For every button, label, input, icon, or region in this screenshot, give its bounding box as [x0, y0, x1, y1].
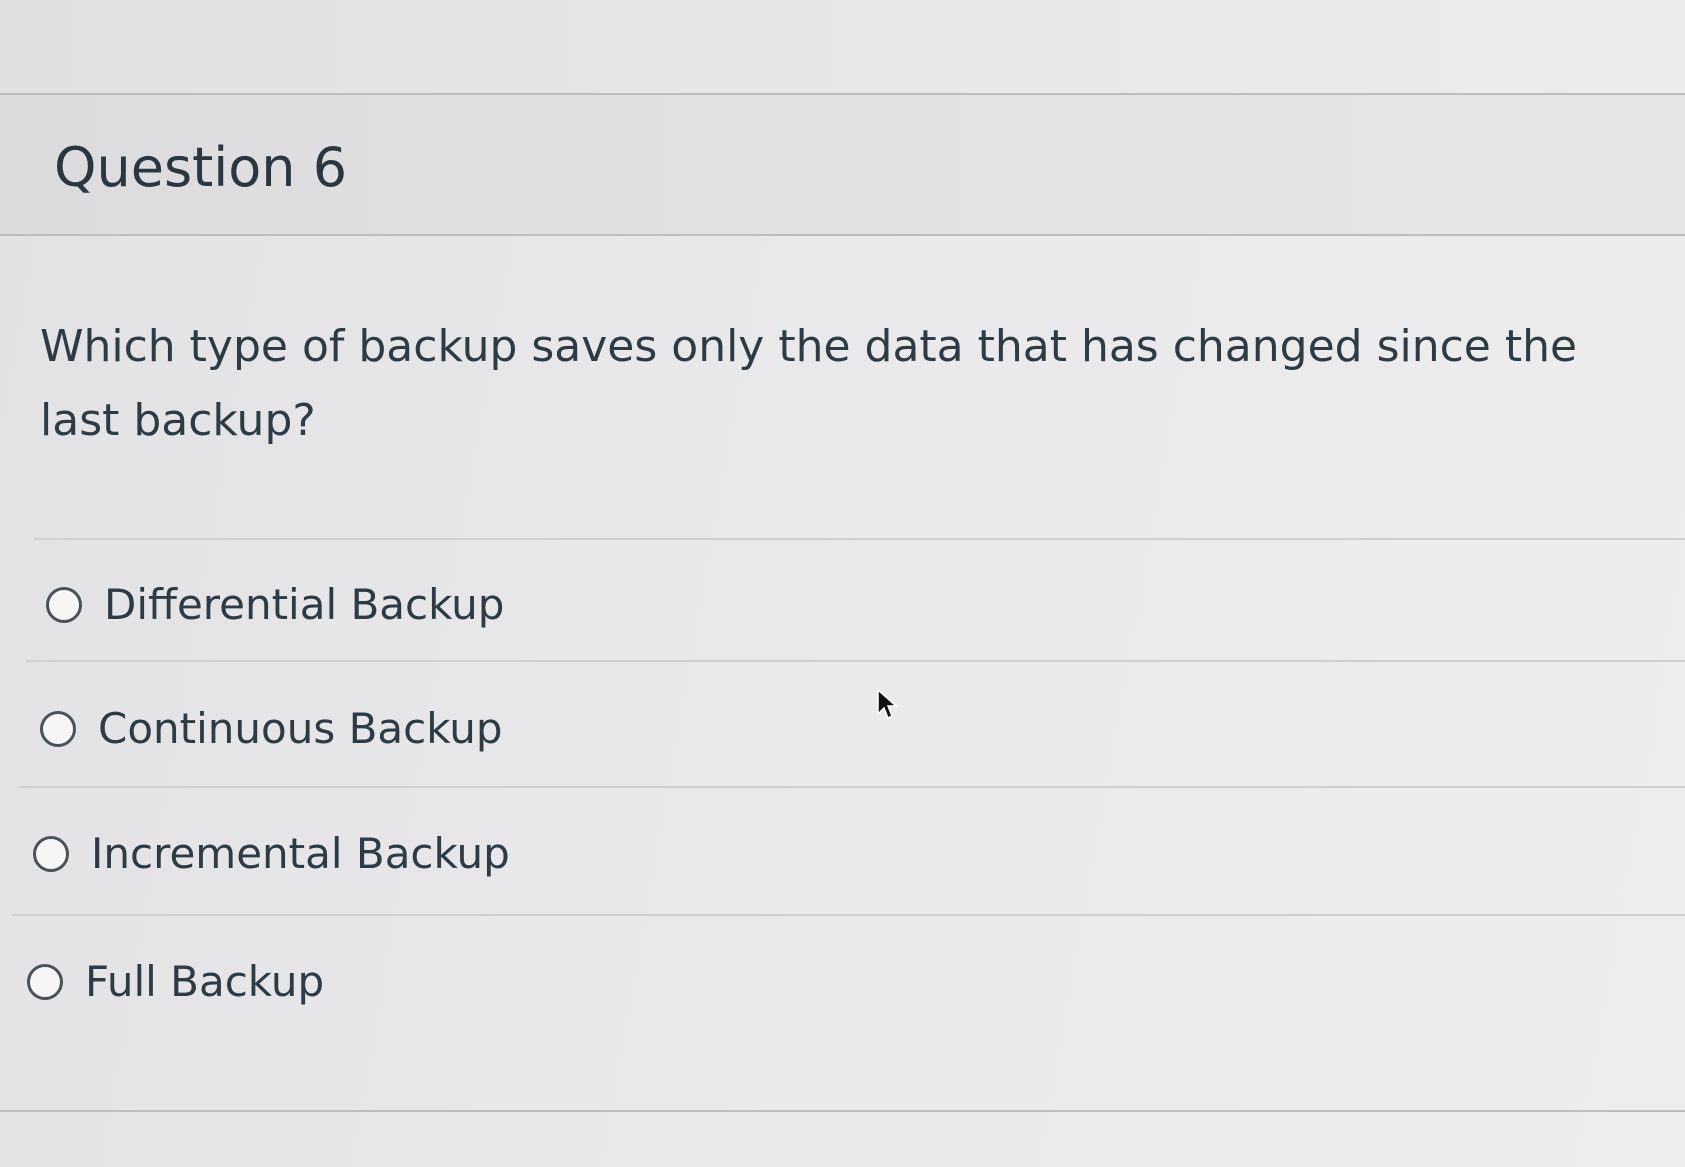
question-divider [34, 538, 1685, 540]
answer-option-full[interactable]: Full Backup [27, 957, 324, 1006]
answer-label: Full Backup [85, 957, 325, 1006]
answer-option-continuous[interactable]: Continuous Backup [40, 704, 503, 753]
answer-divider [12, 914, 1685, 916]
header-top-divider [0, 93, 1685, 95]
answer-option-incremental[interactable]: Incremental Backup [33, 829, 510, 878]
radio-button-unchecked-icon[interactable] [33, 835, 69, 872]
answer-label: Continuous Backup [98, 704, 503, 753]
answer-option-differential[interactable]: Differential Backup [46, 580, 504, 629]
answer-label: Incremental Backup [91, 829, 510, 878]
top-band [0, 0, 1685, 95]
question-text: Which type of backup saves only the data… [40, 321, 1578, 446]
mouse-pointer-icon [877, 688, 898, 720]
answer-divider [20, 786, 1685, 788]
question-title: Question 6 [54, 136, 348, 199]
question-bottom-divider [0, 1110, 1685, 1112]
radio-button-unchecked-icon[interactable] [27, 963, 63, 1000]
answer-label: Differential Backup [104, 580, 505, 629]
answer-divider [26, 660, 1685, 662]
radio-button-unchecked-icon[interactable] [40, 710, 76, 747]
radio-button-unchecked-icon[interactable] [46, 586, 82, 623]
header-bottom-divider [0, 234, 1685, 236]
